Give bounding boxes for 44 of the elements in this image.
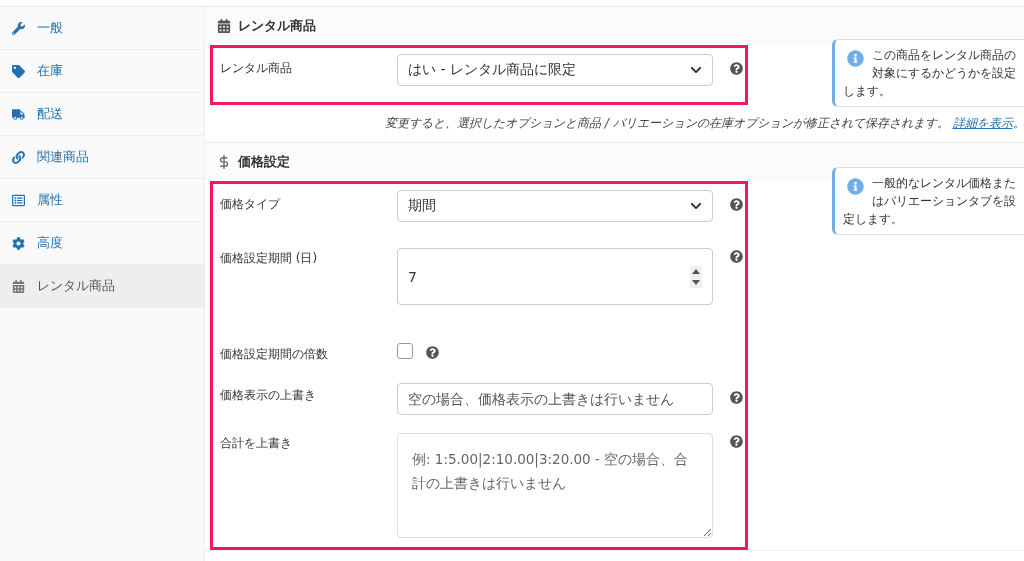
- dollar-icon: [217, 155, 231, 169]
- input-field[interactable]: 空の場合、価格表示の上書きは行いません: [397, 383, 713, 415]
- field-label: 価格タイプ: [220, 196, 282, 213]
- number-field[interactable]: 7: [397, 248, 713, 305]
- list-icon: [12, 193, 25, 207]
- info-note: この商品をレンタル商品の対象にするかどうかを設定します。: [832, 39, 1024, 107]
- link-icon: [12, 150, 25, 164]
- info-icon: [847, 50, 864, 67]
- field-label: 価格表示の上書き: [220, 387, 317, 404]
- field-label: 価格設定期間の倍数: [220, 346, 329, 363]
- field-label: レンタル商品: [220, 60, 293, 77]
- tag-icon: [12, 64, 25, 78]
- field-label: 価格設定期間 (日): [220, 250, 319, 267]
- textarea-field[interactable]: 例: 1:5.00|2:10.00|3:20.00 - 空の場合、合計の上書きは行いません: [397, 433, 713, 538]
- select-field[interactable]: 期間: [397, 190, 713, 222]
- details-link[interactable]: 詳細を表示: [952, 116, 1013, 130]
- spinner-icon: [690, 265, 702, 288]
- settings-icon: [12, 236, 25, 250]
- truck-icon: [12, 107, 25, 121]
- sidebar-item[interactable]: レンタル商品: [0, 265, 204, 308]
- help-icon[interactable]: [730, 62, 743, 75]
- description-text: 変更すると、選択したオプションと商品 / バリエーションの在庫オプションが修正されて保存されます。 詳細を表示。: [385, 116, 1024, 130]
- checkbox[interactable]: [397, 343, 413, 359]
- chevron-icon: [690, 200, 702, 212]
- section-title: 価格設定: [238, 153, 290, 171]
- sidebar-item[interactable]: 関連商品: [0, 136, 204, 179]
- help-icon[interactable]: [730, 435, 743, 448]
- calendar-icon: [217, 19, 231, 33]
- info-icon: [847, 178, 864, 195]
- chevron-icon: [690, 64, 702, 76]
- sidebar-item[interactable]: 在庫: [0, 50, 204, 93]
- calendar-icon: [12, 279, 25, 293]
- section-title: レンタル商品: [238, 17, 316, 35]
- wrench-icon: [12, 21, 25, 35]
- help-icon[interactable]: [730, 198, 743, 211]
- help-icon[interactable]: [426, 346, 439, 359]
- help-icon[interactable]: [730, 391, 743, 404]
- help-icon[interactable]: [730, 250, 743, 263]
- sidebar-item[interactable]: 配送: [0, 93, 204, 136]
- sidebar-item[interactable]: 属性: [0, 179, 204, 222]
- field-label: 合計を上書き: [220, 435, 293, 452]
- sidebar-item[interactable]: 一般: [0, 7, 204, 50]
- select-field[interactable]: はい - レンタル商品に限定: [397, 54, 713, 86]
- info-note: 一般的なレンタル価格またはバリエーションタブを設定します。: [832, 167, 1024, 235]
